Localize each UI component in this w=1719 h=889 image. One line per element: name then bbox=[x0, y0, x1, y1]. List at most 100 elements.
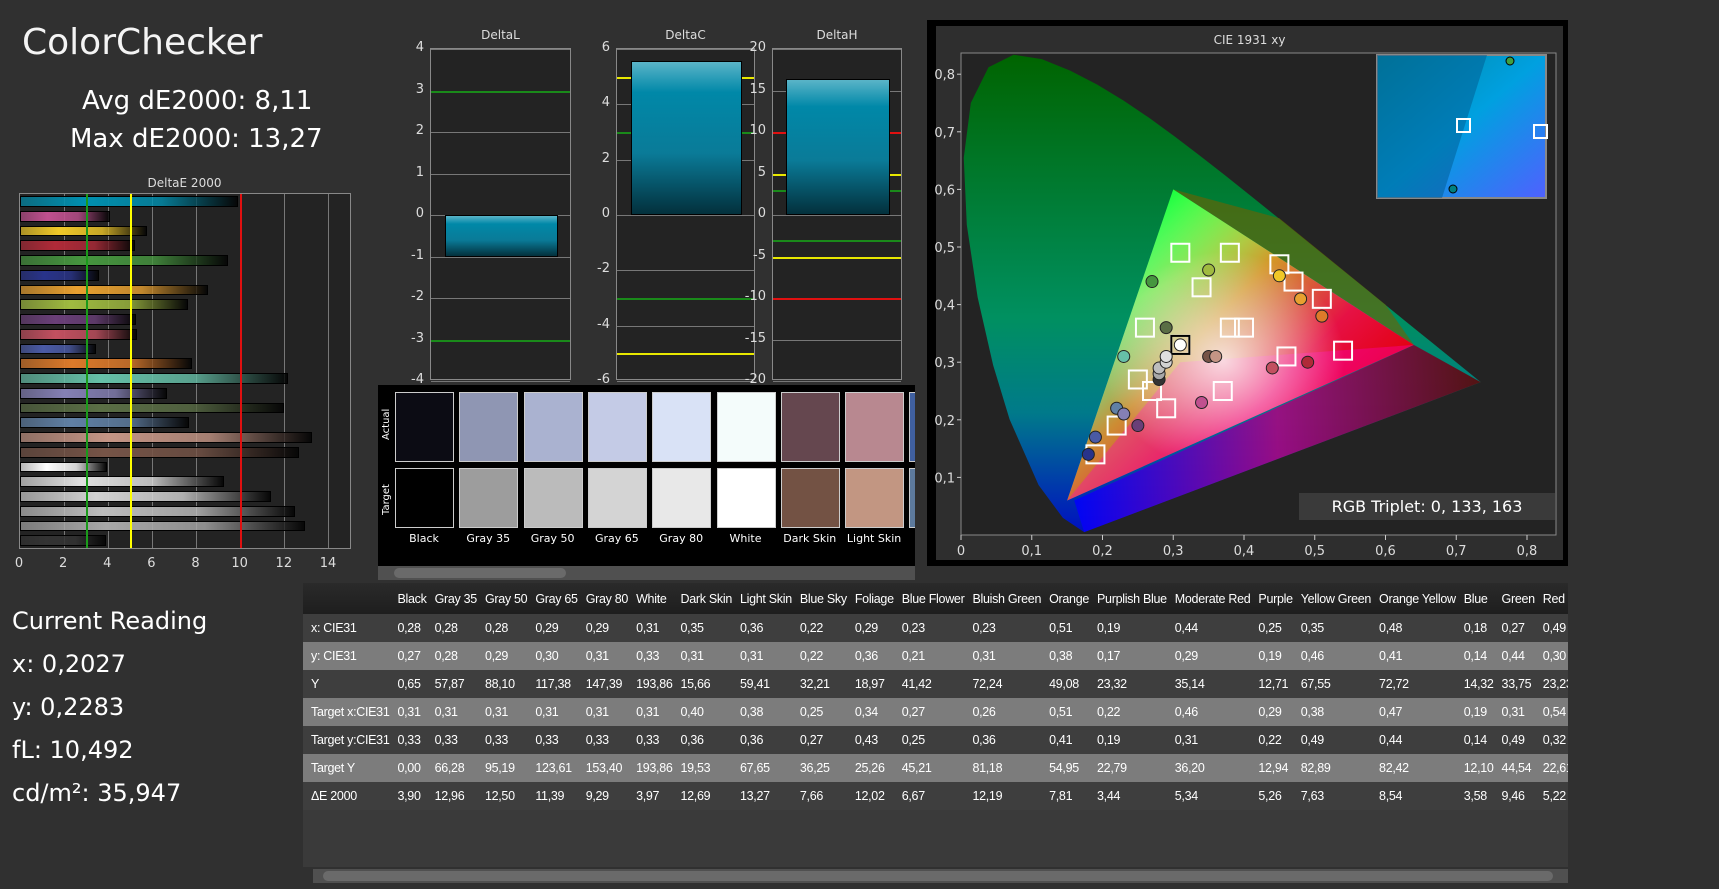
table-cell: 45,21 bbox=[898, 754, 970, 782]
y-tick-label: 0,5 bbox=[934, 241, 955, 256]
column-header[interactable]: Foliage bbox=[851, 583, 899, 614]
swatch-label: Gray 50 bbox=[530, 532, 575, 545]
target-label: Target bbox=[381, 484, 392, 515]
column-header[interactable]: Purplish Blue bbox=[1094, 583, 1172, 614]
y-tick-label: 0,8 bbox=[934, 68, 955, 83]
table-cell: 0,35 bbox=[677, 614, 737, 642]
table-cell: 0,19 bbox=[1255, 642, 1298, 670]
column-header[interactable]: Blue bbox=[1460, 583, 1499, 614]
max-de2000: Max dE2000: 13,27 bbox=[70, 124, 323, 154]
table-cell: 193,86 bbox=[633, 670, 678, 698]
y-tick-label: -5 bbox=[753, 247, 766, 263]
swatch-scrollbar[interactable] bbox=[378, 566, 915, 580]
y-tick-label: 0,1 bbox=[934, 471, 955, 486]
table-cell: 15,66 bbox=[677, 670, 737, 698]
actual-swatch bbox=[845, 392, 905, 462]
table-cell: 9,46 bbox=[1498, 782, 1540, 810]
table-cell: 3,90 bbox=[394, 782, 432, 810]
column-header[interactable]: Orange bbox=[1046, 583, 1095, 614]
row-label: y: CIE31 bbox=[303, 642, 395, 670]
column-header[interactable]: Light Skin bbox=[736, 583, 797, 614]
column-header[interactable]: Green bbox=[1498, 583, 1540, 614]
actual-swatch bbox=[780, 392, 840, 462]
deltae-bar bbox=[20, 299, 188, 310]
table-scrollbar[interactable] bbox=[313, 869, 1568, 883]
column-header[interactable]: Gray 80 bbox=[582, 583, 634, 614]
measured-point bbox=[1159, 349, 1173, 363]
delta-chart-1 bbox=[616, 48, 755, 382]
column-header[interactable]: Yellow Green bbox=[1297, 583, 1377, 614]
table-cell: 0,31 bbox=[481, 698, 533, 726]
column-header[interactable]: Bluish Green bbox=[969, 583, 1047, 614]
column-header[interactable]: Moderate Red bbox=[1171, 583, 1256, 614]
table-cell: 0,27 bbox=[796, 726, 852, 754]
table-cell: 0,30 bbox=[532, 642, 583, 670]
column-header[interactable]: Gray 35 bbox=[431, 583, 482, 614]
column-header[interactable]: Dark Skin bbox=[677, 583, 737, 614]
y-tick-label: 0,6 bbox=[934, 183, 955, 198]
column-header[interactable]: Black bbox=[394, 583, 432, 614]
table-cell: 36,25 bbox=[796, 754, 852, 782]
deltae-bar bbox=[20, 446, 300, 458]
delta-chart-2 bbox=[772, 48, 902, 382]
column-header[interactable]: Blue Flower bbox=[898, 583, 970, 614]
swatch-label: Black bbox=[409, 532, 439, 545]
table-cell: 0,31 bbox=[969, 642, 1047, 670]
deltae-bar bbox=[20, 520, 306, 532]
x-tick-label: 4 bbox=[103, 556, 112, 571]
column-header[interactable]: White bbox=[633, 583, 678, 614]
deltae-bar bbox=[20, 343, 96, 355]
table-cell: 12,02 bbox=[851, 782, 899, 810]
swatch-label: Gray 65 bbox=[594, 532, 639, 545]
deltae-bar bbox=[20, 402, 285, 414]
table-row: Target x:CIE31 0,31 0,31 0,31 0,31 0,31 0,31 0,… bbox=[303, 698, 1568, 726]
column-header[interactable]: Gray 50 bbox=[481, 583, 533, 614]
x-tick-label: 0,7 bbox=[1446, 544, 1467, 559]
table-cell: 12,96 bbox=[431, 782, 482, 810]
table-cell: 0,31 bbox=[394, 698, 432, 726]
target-swatch bbox=[780, 468, 840, 528]
table-cell: 0,19 bbox=[1460, 698, 1499, 726]
table-cell: 0,48 bbox=[1376, 614, 1461, 642]
table-cell: 0,29 bbox=[532, 614, 583, 642]
table-cell: 13,27 bbox=[736, 782, 797, 810]
table-cell: 0,22 bbox=[1094, 698, 1172, 726]
delta-chart-title: DeltaC bbox=[665, 28, 706, 42]
table-cell: 0,31 bbox=[677, 642, 737, 670]
table-cell: 0,30 bbox=[1539, 642, 1568, 670]
table-cell: 0,28 bbox=[394, 614, 432, 642]
table-cell: 3,58 bbox=[1460, 782, 1499, 810]
table-cell: 0,28 bbox=[481, 614, 533, 642]
measured-point bbox=[1081, 447, 1095, 461]
column-header[interactable]: Orange Yellow bbox=[1376, 583, 1461, 614]
measured-point bbox=[1131, 419, 1145, 433]
y-tick-label: -3 bbox=[411, 330, 424, 346]
measured-point bbox=[1202, 263, 1216, 277]
table-cell: 0,33 bbox=[633, 642, 678, 670]
table-cell: 25,26 bbox=[851, 754, 899, 782]
measured-point bbox=[1294, 292, 1308, 306]
column-header[interactable]: Purple bbox=[1255, 583, 1298, 614]
table-cell: 0,27 bbox=[394, 642, 432, 670]
table-cell: 0,19 bbox=[1094, 614, 1172, 642]
x-tick-label: 10 bbox=[231, 556, 248, 571]
table-cell: 12,50 bbox=[481, 782, 533, 810]
column-header[interactable]: Red bbox=[1539, 583, 1568, 614]
deltae-bar bbox=[20, 417, 189, 428]
table-cell: 153,40 bbox=[582, 754, 634, 782]
column-header[interactable]: Gray 65 bbox=[532, 583, 583, 614]
yellow-threshold-line bbox=[130, 194, 132, 548]
y-tick-label: 0,2 bbox=[934, 414, 955, 429]
measured-point bbox=[1272, 269, 1286, 283]
delta-bar bbox=[630, 61, 743, 215]
swatch-label: Gray 35 bbox=[466, 532, 511, 545]
table-cell: 0,31 bbox=[736, 642, 797, 670]
table-cell: 0,23 bbox=[969, 614, 1047, 642]
y-tick-label: -2 bbox=[597, 261, 610, 277]
y-tick-label: 5 bbox=[757, 164, 766, 180]
table-cell: 3,97 bbox=[633, 782, 678, 810]
y-tick-label: 0 bbox=[757, 206, 766, 221]
table-cell: 0,34 bbox=[851, 698, 899, 726]
table-cell: 0,44 bbox=[1376, 726, 1461, 754]
column-header[interactable]: Blue Sky bbox=[796, 583, 852, 614]
